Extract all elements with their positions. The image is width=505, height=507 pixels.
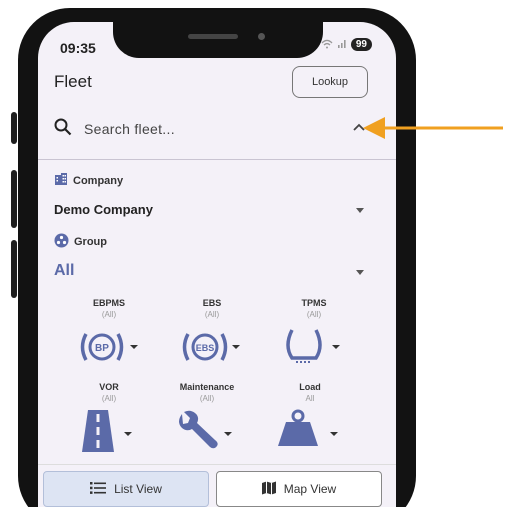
volume-up-button [11,170,17,228]
search-icon [54,118,72,141]
ebpms-title: EBPMS [92,298,125,308]
annotation-arrow-icon [363,115,505,146]
bp-icon-text: BP [95,343,109,354]
group-dropdown-icon[interactable] [356,270,364,275]
company-label-row: Company [54,172,123,189]
group-icon [54,233,69,251]
tpms-subtitle: (All) [306,310,322,319]
tpms-dropdown-icon[interactable] [332,345,340,349]
camera-icon [258,33,265,40]
ebs-subtitle: (All) [204,310,220,319]
company-label: Company [73,174,124,187]
lookup-button[interactable]: Lookup [292,66,368,98]
load-title: Load [299,382,321,392]
group-label: Group [74,236,107,248]
wifi-icon [321,39,333,51]
ebpms-subtitle: (All) [101,310,117,319]
tyre-pressure-icon[interactable] [282,326,326,371]
bp-brake-icon[interactable]: BP [78,330,126,369]
ebs-icon-text: EBS [196,343,215,353]
search-divider [38,159,396,160]
speaker [188,34,238,39]
company-select[interactable]: Demo Company [54,202,153,217]
wrench-icon[interactable] [176,410,220,455]
search-input[interactable]: Search fleet... [84,121,175,137]
volume-down-button [11,240,17,298]
maintenance-subtitle: (All) [199,394,215,403]
maintenance-dropdown-icon[interactable] [224,432,232,436]
vor-dropdown-icon[interactable] [124,432,132,436]
page-title: Fleet [54,72,92,91]
list-icon [90,481,107,498]
load-subtitle: All [305,394,315,403]
load-dropdown-icon[interactable] [330,432,338,436]
building-icon [54,172,68,189]
company-dropdown-icon[interactable] [356,208,364,213]
bottom-bar: List View Map View [38,464,396,507]
vor-subtitle: (All) [101,394,117,403]
notch [113,22,323,58]
map-icon [261,481,276,498]
ebpms-dropdown-icon[interactable] [130,345,138,349]
signal-icon [337,39,347,51]
phone-screen: 09:35 99 Fleet Lookup Search fleet... Co… [38,22,396,507]
group-label-row: Group [54,233,107,251]
list-view-label: List View [114,482,162,496]
weight-icon[interactable] [276,408,320,453]
status-time: 09:35 [60,40,96,56]
tpms-title: TPMS [301,298,327,308]
map-view-button[interactable]: Map View [216,471,382,507]
vor-title: VOR [99,382,119,392]
battery-badge: 99 [350,38,372,51]
status-icons: 99 [321,38,372,51]
ebs-title: EBS [202,298,222,308]
road-icon[interactable] [80,408,116,457]
ebs-icon[interactable]: EBS [180,330,230,369]
maintenance-title: Maintenance [179,382,235,392]
map-view-label: Map View [283,482,337,496]
mute-switch [11,112,17,144]
group-select[interactable]: All [54,262,74,280]
search-bar[interactable]: Search fleet... [54,114,366,144]
ebs-dropdown-icon[interactable] [232,345,240,349]
stage: 09:35 99 Fleet Lookup Search fleet... Co… [0,0,505,507]
list-view-button[interactable]: List View [43,471,209,507]
